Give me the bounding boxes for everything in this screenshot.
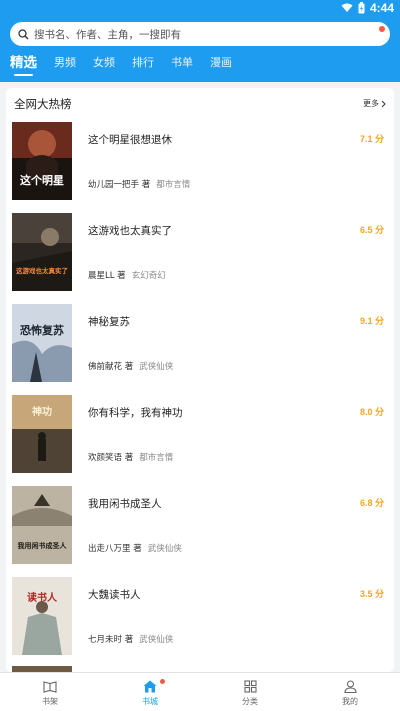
wifi-icon (341, 3, 353, 12)
tab-female[interactable]: 女频 (93, 54, 115, 80)
cover-title-text: 读书人 (27, 591, 58, 604)
book-title: 这个明星很想退休 (88, 134, 172, 146)
nav-category[interactable]: 分类 (200, 673, 300, 711)
book-title: 大魏读书人 (88, 589, 141, 601)
tab-male[interactable]: 男频 (54, 54, 76, 80)
book-cover: 读书人 (12, 577, 72, 655)
book-item[interactable]: 这个明星 这个明星很想退休 幼儿园一把手 著都市言情 7.1 分 (12, 122, 388, 200)
section-title: 全网大热榜 (14, 97, 72, 111)
book-open-icon (43, 681, 57, 693)
top-header: 搜书名、作者、主角，一搜即有 精选 男频 女频 排行 书单 漫画 (0, 16, 400, 82)
notification-dot (160, 679, 165, 684)
nav-bookshelf[interactable]: 书架 (0, 673, 100, 711)
book-meta: 晨星LL 著玄幻奇幻 (88, 269, 166, 281)
person-icon (343, 680, 357, 693)
card-header: 全网大热榜 更多 (6, 88, 394, 118)
book-genre: 武侠仙侠 (147, 544, 182, 554)
book-author: 幼儿园一把手 著 (88, 180, 151, 190)
grid-icon (243, 680, 257, 693)
book-item[interactable]: 这游戏也太真实了 这游戏也太真实了 晨星LL 著玄幻奇幻 6.5 分 (12, 213, 388, 291)
nav-label: 我的 (342, 697, 358, 706)
book-cover: 这游戏也太真实了 (12, 213, 72, 291)
book-meta: 欢颜笑语 著都市言情 (88, 451, 173, 463)
book-score: 9.1 分 (359, 316, 384, 326)
book-meta: 佛前献花 著武侠仙侠 (88, 360, 173, 372)
book-author: 佛前献花 著 (88, 362, 134, 372)
nav-label: 书城 (142, 697, 158, 706)
more-label: 更多 (363, 99, 379, 108)
status-icons: 4:44 (341, 1, 394, 15)
cover-title-text: 这游戏也太真实了 (16, 266, 68, 275)
book-score: 3.5 分 (359, 589, 384, 599)
book-item[interactable]: 我用闲书成圣人 我用闲书成圣人 出走八万里 著武侠仙侠 6.8 分 (12, 486, 388, 564)
category-tabs: 精选 男频 女频 排行 书单 漫画 (0, 54, 400, 80)
hot-ranking-card: 全网大热榜 更多 这个明星 这个明星很想退休 幼儿园一把手 著都市言情 7.1 … (6, 88, 394, 672)
status-time: 4:44 (369, 1, 394, 15)
book-cover: 恐怖复苏 (12, 304, 72, 382)
book-meta: 幼儿园一把手 著都市言情 (88, 178, 190, 190)
tab-comics[interactable]: 漫画 (210, 54, 232, 80)
cover-title-text: 恐怖复苏 (20, 323, 64, 337)
search-input[interactable]: 搜书名、作者、主角，一搜即有 (10, 22, 390, 46)
book-title: 我用闲书成圣人 (88, 498, 162, 510)
book-cover: 神功 (12, 395, 72, 473)
book-genre: 都市言情 (156, 180, 191, 190)
book-genre: 武侠仙侠 (139, 362, 174, 372)
book-item[interactable]: 恐怖复苏 神秘复苏 佛前献花 著武侠仙侠 9.1 分 (12, 304, 388, 382)
book-item[interactable]: 神功 你有科学，我有神功 欢颜笑语 著都市言情 8.0 分 (12, 395, 388, 473)
more-link[interactable]: 更多 (363, 98, 386, 109)
status-bar: 4:44 (0, 0, 400, 16)
book-meta: 出走八万里 著武侠仙侠 (88, 542, 182, 554)
battery-icon (358, 2, 365, 14)
home-icon (143, 680, 157, 693)
tab-booklist[interactable]: 书单 (171, 54, 193, 80)
book-score: 8.0 分 (359, 407, 384, 417)
cover-title-text: 这个明星 (20, 173, 64, 187)
tab-ranking[interactable]: 排行 (132, 54, 154, 80)
book-item[interactable]: 读书人 大魏读书人 七月未时 著武侠仙侠 3.5 分 (12, 577, 388, 655)
search-placeholder: 搜书名、作者、主角，一搜即有 (34, 28, 181, 41)
book-score: 7.1 分 (359, 134, 384, 144)
cover-title-text: 神功 (32, 405, 52, 418)
book-cover: 这个明星 (12, 122, 72, 200)
book-author: 七月未时 著 (88, 635, 134, 645)
book-title: 神秘复苏 (88, 316, 130, 328)
search-icon (18, 28, 29, 39)
book-score: 6.8 分 (359, 498, 384, 508)
book-score: 6.5 分 (359, 225, 384, 235)
nav-label: 分类 (242, 697, 258, 706)
cover-title-text: 我用闲书成圣人 (18, 541, 68, 550)
book-genre: 玄幻奇幻 (131, 271, 166, 281)
book-author: 出走八万里 著 (88, 544, 142, 554)
notification-dot (379, 26, 385, 32)
tab-featured[interactable]: 精选 (10, 51, 37, 80)
book-meta: 七月未时 著武侠仙侠 (88, 633, 173, 645)
book-title: 你有科学，我有神功 (88, 407, 183, 419)
nav-profile[interactable]: 我的 (300, 673, 400, 711)
book-genre: 都市言情 (139, 453, 174, 463)
nav-bookstore[interactable]: 书城 (100, 673, 200, 711)
book-genre: 武侠仙侠 (139, 635, 174, 645)
book-cover: 我用闲书成圣人 (12, 486, 72, 564)
nav-label: 书架 (42, 697, 58, 706)
book-title: 这游戏也太真实了 (88, 225, 172, 237)
bottom-nav: 书架 书城 分类 我的 (0, 672, 400, 711)
book-author: 晨星LL 著 (88, 271, 126, 281)
chevron-right-icon (381, 100, 386, 107)
book-author: 欢颜笑语 著 (88, 453, 134, 463)
